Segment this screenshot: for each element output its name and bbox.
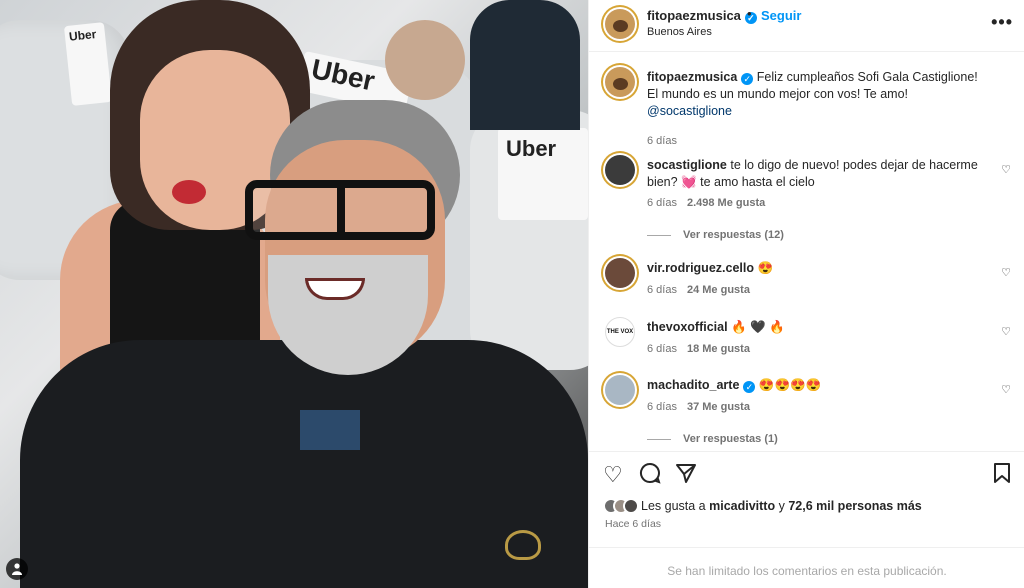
man-collar	[300, 410, 360, 450]
man-glasses	[245, 180, 435, 240]
comment-likes[interactable]: 24 Me gusta	[687, 284, 750, 296]
like-icon[interactable]: ♡	[603, 462, 623, 488]
follow-button[interactable]: Seguir	[761, 8, 801, 23]
comment-body: machadito_arte ✓ 😍😍😍😍	[647, 377, 987, 394]
comment-time[interactable]: 6 días	[647, 284, 677, 296]
comment-like-icon[interactable]: ♡	[1001, 266, 1011, 279]
likes-count[interactable]: 72,6 mil personas más	[788, 499, 921, 513]
comment-time[interactable]: 6 días	[647, 343, 677, 355]
comment-body: thevoxofficial 🔥 🖤 🔥	[647, 319, 987, 336]
laurel-emblem	[505, 530, 541, 560]
post-side-panel: fitopaezmusica ✓ • Seguir Buenos Aires ••…	[588, 0, 1024, 588]
comment-avatar[interactable]: THE VOX	[605, 317, 635, 347]
view-replies-button[interactable]: Ver respuestas (1)	[647, 433, 778, 445]
comment-avatar[interactable]	[605, 155, 635, 185]
comment-meta: 6 días 24 Me gusta	[647, 284, 750, 296]
liker-username[interactable]: micadivitto	[709, 499, 775, 513]
post-actions-bar: ♡	[589, 451, 1024, 496]
caption-username[interactable]: fitopaezmusica	[647, 70, 737, 84]
header-separator: •	[747, 6, 752, 21]
verified-badge-icon: ✓	[741, 73, 754, 85]
comment-username[interactable]: vir.rodriguez.cello	[647, 261, 754, 275]
verified-badge-icon: ✓	[743, 381, 756, 393]
comment-avatar[interactable]	[605, 375, 635, 405]
comment-body: vir.rodriguez.cello 😍	[647, 260, 987, 277]
post-header: fitopaezmusica ✓ • Seguir Buenos Aires ••…	[589, 0, 1024, 52]
share-icon[interactable]	[675, 462, 697, 490]
comment-time[interactable]: 6 días	[647, 401, 677, 413]
comment-like-icon[interactable]: ♡	[1001, 163, 1011, 176]
liker-avatar[interactable]	[623, 498, 639, 514]
comment-icon[interactable]	[639, 462, 661, 490]
author-avatar[interactable]	[605, 9, 635, 39]
comments-list: fitopaezmusica ✓ Feliz cumpleaños Sofi Ga…	[589, 53, 1024, 451]
man-jacket	[20, 340, 588, 588]
author-username-text[interactable]: fitopaezmusica	[647, 8, 741, 23]
woman-lips	[172, 180, 206, 204]
vox-logo-text: THE VOX	[606, 329, 634, 335]
comment-like-icon[interactable]: ♡	[1001, 383, 1011, 396]
likes-prefix: Les gusta a	[641, 499, 706, 513]
likes-conjunction: y	[778, 499, 785, 513]
likes-text: Les gusta a micadivitto y 72,6 mil perso…	[641, 499, 922, 513]
comments-footer: Se han limitado los comentarios en esta …	[589, 547, 1024, 588]
comment-likes[interactable]: 18 Me gusta	[687, 343, 750, 355]
comment-body: socastiglione te lo digo de nuevo! podes…	[647, 157, 987, 191]
post-photo[interactable]: Uber Uber Uber	[0, 0, 588, 588]
background-passenger-head	[385, 20, 465, 100]
view-replies-label[interactable]: Ver respuestas (12)	[683, 229, 784, 241]
comment-text: 🔥 🖤 🔥	[731, 320, 785, 334]
background-passenger	[470, 0, 580, 130]
caption-time[interactable]: 6 días	[647, 135, 677, 147]
comment-username[interactable]: thevoxofficial	[647, 320, 728, 334]
replies-divider	[647, 438, 671, 440]
comment-text: 😍	[757, 261, 774, 275]
caption-author-avatar[interactable]	[605, 67, 635, 97]
caption-body: fitopaezmusica ✓ Feliz cumpleaños Sofi Ga…	[647, 69, 987, 120]
comment-text: 😍😍😍😍	[758, 378, 822, 392]
tagged-users-icon[interactable]	[6, 558, 28, 580]
comment-avatar[interactable]	[605, 258, 635, 288]
comment-meta: 6 días 18 Me gusta	[647, 343, 750, 355]
author-username[interactable]: fitopaezmusica ✓	[647, 8, 757, 24]
comment-like-icon[interactable]: ♡	[1001, 325, 1011, 338]
comment-meta: 6 días 37 Me gusta	[647, 401, 750, 413]
view-replies-label[interactable]: Ver respuestas (1)	[683, 433, 778, 445]
comment-likes[interactable]: 37 Me gusta	[687, 401, 750, 413]
post-location[interactable]: Buenos Aires	[647, 26, 712, 38]
more-options-icon[interactable]: •••	[991, 12, 1013, 33]
comment-username[interactable]: socastiglione	[647, 158, 727, 172]
caption-mention-link[interactable]: @socastiglione	[647, 104, 732, 118]
likes-summary: Les gusta a micadivitto y 72,6 mil perso…	[603, 496, 1013, 518]
comments-limited-notice: Se han limitado los comentarios en esta …	[667, 564, 947, 578]
save-icon[interactable]	[993, 462, 1011, 490]
replies-divider	[647, 234, 671, 236]
view-replies-button[interactable]: Ver respuestas (12)	[647, 229, 784, 241]
post-timestamp[interactable]: Hace 6 días	[605, 518, 661, 530]
comment-username[interactable]: machadito_arte	[647, 378, 739, 392]
comment-likes[interactable]: 2.498 Me gusta	[687, 197, 765, 209]
comment-time[interactable]: 6 días	[647, 197, 677, 209]
instagram-post-view: Uber Uber Uber fitopaezmusica✓ • Seguir	[0, 0, 1024, 588]
comment-meta: 6 días 2.498 Me gusta	[647, 197, 765, 209]
headrest-brand-3: Uber	[63, 22, 113, 106]
headrest-brand-2: Uber	[498, 128, 588, 220]
